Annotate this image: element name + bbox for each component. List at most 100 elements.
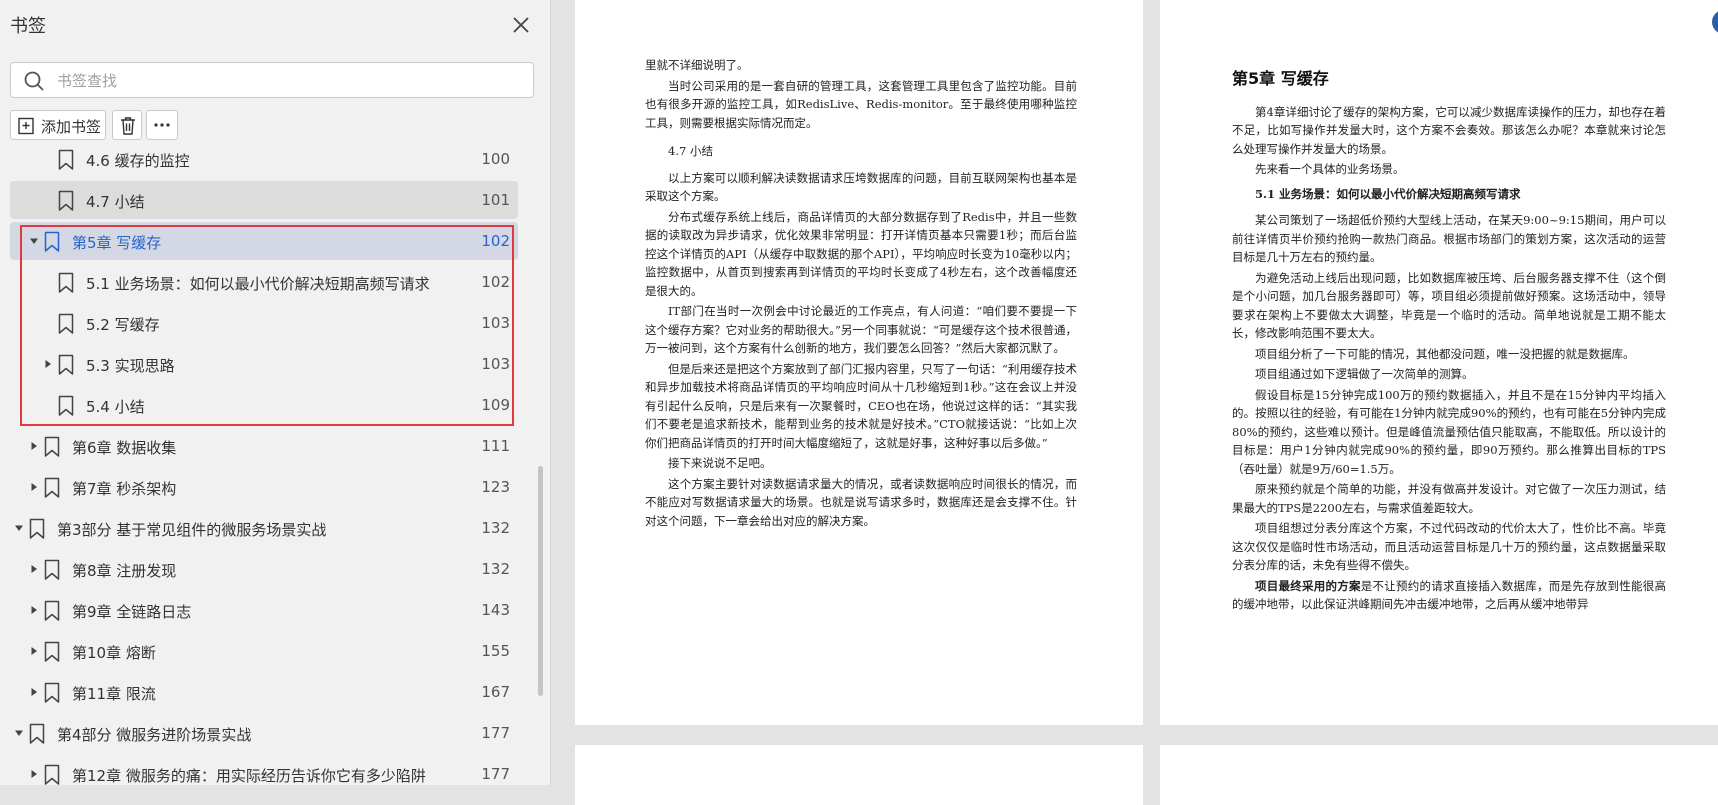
paragraph: 以上方案可以顺利解决读数据请求压垮数据库的问题，目前互联网架构也基本是采取这个方… xyxy=(645,170,1077,204)
caret-right-icon[interactable] xyxy=(28,686,40,698)
bookmark-label: 第10章 熔断 xyxy=(72,644,156,662)
bookmark-item[interactable]: 第4部分 微服务进阶场景实战 177 xyxy=(10,714,518,752)
section-heading: 4.7 小结 xyxy=(668,144,713,158)
bookmark-icon xyxy=(58,190,74,211)
bookmark-icon xyxy=(44,231,60,252)
panel-title: 书签 xyxy=(10,16,46,37)
bookmark-icon xyxy=(44,559,60,580)
bookmark-item[interactable]: 第10章 熔断 155 xyxy=(10,632,518,670)
caret-right-icon[interactable] xyxy=(28,604,40,616)
caret-right-icon[interactable] xyxy=(28,440,40,452)
bookmark-page-number: 177 xyxy=(481,765,510,783)
bookmark-icon xyxy=(29,518,45,539)
bookmark-item[interactable]: 4.6 缓存的监控 100 xyxy=(10,146,518,178)
bookmark-item[interactable]: 第6章 数据收集 111 xyxy=(10,427,518,465)
paragraph: 项目组想过分表分库这个方案，不过代码改动的代价太大了，性价比不高。毕竟这次仅仅是… xyxy=(1232,521,1666,572)
bookmark-label: 第5章 写缓存 xyxy=(72,234,162,252)
bookmark-icon xyxy=(58,272,74,293)
bookmark-page-number: 167 xyxy=(481,683,510,701)
bookmark-page-number: 109 xyxy=(481,396,510,414)
caret-down-icon[interactable] xyxy=(13,727,25,739)
bookmark-item[interactable]: 第11章 限流 167 xyxy=(10,673,518,711)
bookmark-icon xyxy=(44,600,60,621)
bookmark-item[interactable]: 第12章 微服务的痛：用实际经历告诉你它有多少陷阱 177 xyxy=(10,755,518,785)
bookmark-page-number: 132 xyxy=(481,560,510,578)
bookmark-label: 第12章 微服务的痛：用实际经历告诉你它有多少陷阱 xyxy=(72,767,426,785)
document-page-next-right xyxy=(1160,745,1718,805)
bookmark-item[interactable]: 第7章 秒杀架构 123 xyxy=(10,468,518,506)
delete-bookmark-button[interactable] xyxy=(112,110,142,140)
bookmark-label: 4.6 缓存的监控 xyxy=(86,152,190,170)
bookmark-icon xyxy=(29,723,45,744)
page-text: 里就不详细说明了。 当时公司采用的是一套自研的管理工具，这套管理工具里包含了监控… xyxy=(645,56,1077,532)
close-icon[interactable] xyxy=(510,14,532,36)
bookmark-item[interactable]: 5.3 实现思路 103 xyxy=(10,345,518,383)
bookmark-item[interactable]: 4.7 小结 101 xyxy=(10,181,518,219)
bookmark-label: 第3部分 基于常见组件的微服务场景实战 xyxy=(57,521,327,539)
search-icon xyxy=(24,71,44,91)
bookmark-page-number: 101 xyxy=(481,191,510,209)
bookmark-page-number: 102 xyxy=(481,232,510,250)
document-page-left: 里就不详细说明了。 当时公司采用的是一套自研的管理工具，这套管理工具里包含了监控… xyxy=(575,0,1143,725)
paragraph: 接下来说说不足吧。 xyxy=(668,456,772,470)
bookmark-label: 第8章 注册发现 xyxy=(72,562,177,580)
bookmark-label: 第9章 全链路日志 xyxy=(72,603,192,621)
caret-down-icon[interactable] xyxy=(13,522,25,534)
document-page-right: 第5章 写缓存 第4章详细讨论了缓存的架构方案，它可以减少数据库读操作的压力，却… xyxy=(1160,0,1718,725)
caret-right-icon[interactable] xyxy=(28,645,40,657)
paragraph: 这个方案主要针对读数据请求量大的情况，或者读数据响应时间很长的情况，而不能应对写… xyxy=(645,476,1077,528)
bookmark-item[interactable]: 5.1 业务场景：如何以最小代价解决短期高频写请求 102 xyxy=(10,263,518,301)
bookmark-item[interactable]: 5.2 写缓存 103 xyxy=(10,304,518,342)
bookmark-search-box[interactable] xyxy=(10,62,534,98)
bookmark-label: 第4部分 微服务进阶场景实战 xyxy=(57,726,252,744)
chapter-title: 第5章 写缓存 xyxy=(1232,69,1329,88)
bookmark-page-number: 155 xyxy=(481,642,510,660)
paragraph: 项目最终采用的方案是不让预约的请求直接插入数据库，而是先存放到性能很高的缓冲地带… xyxy=(1232,577,1666,614)
bookmark-page-number: 111 xyxy=(481,437,510,455)
bookmark-icon xyxy=(58,313,74,334)
bookmark-label: 5.1 业务场景：如何以最小代价解决短期高频写请求 xyxy=(86,275,430,293)
bookmark-label: 5.4 小结 xyxy=(86,398,145,416)
paragraph: 项目组分析了一下可能的情况，其他都没问题，唯一没把握的就是数据库。 xyxy=(1255,346,1635,361)
bookmark-page-number: 103 xyxy=(481,355,510,373)
bookmark-item[interactable]: 5.4 小结 109 xyxy=(10,386,518,424)
bookmark-label: 5.2 写缓存 xyxy=(86,316,160,334)
bookmark-label: 第11章 限流 xyxy=(72,685,156,703)
bold-phrase: 项目最终采用的方案 xyxy=(1255,578,1361,593)
add-bookmark-button[interactable]: 添加书签 xyxy=(10,110,106,140)
bookmark-search-input[interactable] xyxy=(55,67,519,95)
bookmark-icon xyxy=(44,764,60,785)
section-heading: 5.1 业务场景：如何以最小代价解决短期高频写请求 xyxy=(1255,186,1521,201)
bookmark-icon xyxy=(44,436,60,457)
trash-icon xyxy=(121,117,135,135)
bookmark-icon xyxy=(58,354,74,375)
paragraph: 分布式缓存系统上线后，商品详情页的大部分数据存到了Redis中，并且一些数据的读… xyxy=(645,209,1077,298)
paragraph: IT部门在当时一次例会中讨论最近的工作亮点，有人问道：“咱们要不要提一下这个缓存… xyxy=(645,304,1077,355)
bookmark-label: 4.7 小结 xyxy=(86,193,145,211)
add-bookmark-icon xyxy=(18,117,34,135)
caret-down-icon[interactable] xyxy=(28,235,40,247)
scrollbar-thumb[interactable] xyxy=(538,466,543,696)
paragraph: 原来预约就是个简单的功能，并没有做高并发设计。对它做了一次压力测试，结果最大的T… xyxy=(1232,482,1666,515)
bookmark-item[interactable]: 第9章 全链路日志 143 xyxy=(10,591,518,629)
paragraph: 当时公司采用的是一套自研的管理工具，这套管理工具里包含了监控功能。目前也有很多开… xyxy=(645,78,1077,130)
caret-right-icon[interactable] xyxy=(28,768,40,780)
bookmark-page-number: 100 xyxy=(481,150,510,168)
caret-right-icon[interactable] xyxy=(42,358,54,370)
bookmark-panel: 书签 添加书签 4.6 缓存的监控 100 4.7 小结 101 第5章 写缓存 102 5… xyxy=(0,0,551,785)
bookmark-item[interactable]: 第3部分 基于常见组件的微服务场景实战 132 xyxy=(10,509,518,547)
bookmark-page-number: 132 xyxy=(481,519,510,537)
more-options-button[interactable] xyxy=(146,110,178,140)
bookmark-item[interactable]: 第5章 写缓存 102 xyxy=(10,222,518,260)
paragraph: 项目组通过如下逻辑做了一次简单的测算。 xyxy=(1255,367,1474,381)
document-page-next-left xyxy=(575,745,1143,805)
paragraph: 第4章详细讨论了缓存的架构方案，它可以减少数据库读操作的压力，却也存在着不足，比… xyxy=(1232,104,1666,156)
more-icon xyxy=(154,123,170,127)
page-text: 第5章 写缓存 第4章详细讨论了缓存的架构方案，它可以减少数据库读操作的压力，却… xyxy=(1232,69,1666,616)
bookmark-item[interactable]: 第8章 注册发现 132 xyxy=(10,550,518,588)
bookmark-page-number: 177 xyxy=(481,724,510,742)
caret-right-icon[interactable] xyxy=(28,481,40,493)
paragraph: 但是后来还是把这个方案放到了部门汇报内容里，只写了一句话：“利用缓存技术和异步加… xyxy=(645,361,1077,450)
caret-right-icon[interactable] xyxy=(28,563,40,575)
add-bookmark-label: 添加书签 xyxy=(41,118,102,136)
